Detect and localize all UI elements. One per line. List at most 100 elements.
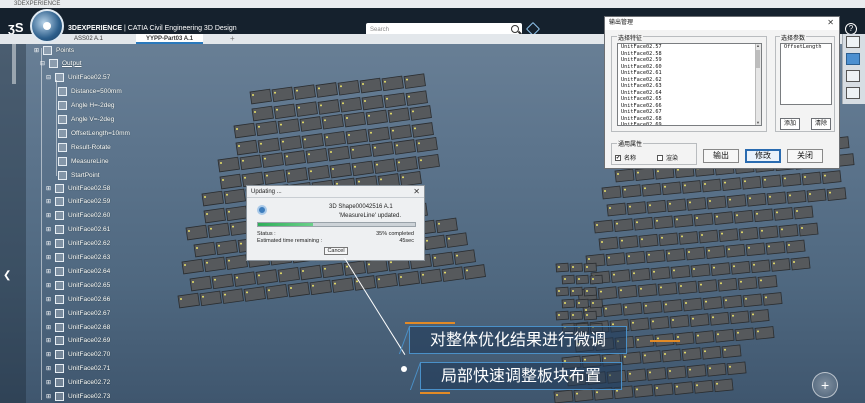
leader-dot <box>401 366 407 372</box>
search-icon[interactable] <box>511 25 519 33</box>
updating-dialog: Updating ... ✕ 3D Shape00042516 A.1 'Mea… <box>246 185 425 261</box>
tree-item-param[interactable]: StartPoint <box>58 169 100 181</box>
tree-item-unitface[interactable]: ⊞ UnitFace02.66 <box>46 293 110 305</box>
tree-item-unitface[interactable]: ⊞ UnitFace02.72 <box>46 377 110 389</box>
tree-item-unitface-57[interactable]: ⊟ UnitFace02.57 <box>46 71 110 83</box>
unitface-icon <box>55 308 64 318</box>
params-listbox[interactable]: OffsetLength <box>780 43 832 105</box>
add-button[interactable]: 添加 <box>780 118 800 130</box>
progress-fill <box>258 223 313 226</box>
feature-list-item[interactable]: UnitFace02.69 <box>618 122 761 125</box>
update-message: 'MeasureLine' updated. <box>339 213 402 219</box>
left-side-strip: ❮ <box>0 44 26 403</box>
features-listbox[interactable]: UnitFace02.57 UnitFace02.58 UnitFace02.59 U… <box>617 43 762 126</box>
common-props-label: 通用属性 <box>617 139 644 148</box>
tree-item-unitface[interactable]: ⊞ UnitFace02.61 <box>46 224 110 236</box>
tree-scrollbar[interactable] <box>12 44 16 84</box>
tree-item-unitface[interactable]: ⊞ UnitFace02.68 <box>46 321 110 333</box>
collapse-arrow-icon[interactable]: ❮ <box>3 270 11 281</box>
update-progress-bar <box>257 222 416 227</box>
unitface-icon <box>55 378 64 388</box>
status-value: 35% completed <box>376 231 414 237</box>
unitface-icon <box>55 239 64 249</box>
updating-dialog-title: Updating ... <box>247 186 424 198</box>
app-product: CATIA Civil Engineering 3D Design <box>127 25 237 32</box>
unitface-icon <box>55 336 64 346</box>
modify-button[interactable]: 修改 <box>745 149 781 163</box>
tree-item-param[interactable]: OffsetLength=10mm <box>58 127 130 139</box>
tool-icon-4[interactable] <box>846 87 860 99</box>
unitface-icon <box>55 72 64 82</box>
status-label: Status : <box>257 231 276 237</box>
tree-item-unitface[interactable]: ⊞ UnitFace02.67 <box>46 307 110 319</box>
unitface-icon <box>55 225 64 235</box>
rotate-icon <box>58 142 67 152</box>
clear-button[interactable]: 清除 <box>811 118 831 130</box>
tool-icon-2[interactable] <box>846 53 860 65</box>
compass-logo[interactable] <box>30 9 64 43</box>
tree-item-output[interactable]: ⊟ Output <box>40 57 82 69</box>
angle-parameter-icon <box>58 100 67 110</box>
time-remaining-value: 45sec <box>399 238 414 244</box>
point-icon <box>58 170 67 180</box>
search-placeholder: Search <box>370 27 390 33</box>
time-remaining-label: Estimated time remaining : <box>257 238 323 244</box>
output-dialog-title: 输出管理 <box>605 17 839 30</box>
update-gear-icon <box>257 205 267 215</box>
tree-item-param[interactable]: Result-Rotate <box>58 141 111 153</box>
unitface-icon <box>55 266 64 276</box>
tree-item-unitface[interactable]: ⊞ UnitFace02.70 <box>46 349 110 361</box>
add-tab-button[interactable]: + <box>230 34 235 44</box>
unitface-icon <box>55 364 64 374</box>
output-button[interactable]: 输出 <box>703 149 739 163</box>
param-item[interactable]: OffsetLength <box>781 44 831 51</box>
close-icon[interactable]: ✕ <box>827 18 834 27</box>
tree-item-unitface[interactable]: ⊞ UnitFace02.71 <box>46 363 110 375</box>
points-icon <box>43 45 52 55</box>
tree-item-unitface[interactable]: ⊞ UnitFace02.73 <box>46 391 110 403</box>
tab-yypp-part03[interactable]: YYPP-Part03 A.1 <box>136 34 204 44</box>
tab-ass02[interactable]: ASS02 A.1 <box>64 34 113 44</box>
select-params-label: 选择参数 <box>780 33 807 42</box>
parameter-icon <box>58 128 67 138</box>
tree-item-unitface[interactable]: ⊞ UnitFace02.58 <box>46 182 110 194</box>
parameter-icon <box>58 86 67 96</box>
subtitle-line-2: 局部快速调整板块布置 <box>420 362 623 390</box>
tree-item-param[interactable]: Angle H=-2deg <box>58 99 115 111</box>
folder-icon <box>49 58 58 68</box>
close-icon[interactable]: ✕ <box>413 186 420 198</box>
close-button[interactable]: 关闭 <box>787 149 823 163</box>
tree-item-param[interactable]: Angle V=-2deg <box>58 113 114 125</box>
hide-checkbox[interactable]: 渲染 <box>657 153 678 162</box>
tree-item-unitface[interactable]: ⊞ UnitFace02.65 <box>46 279 110 291</box>
tool-icon-1[interactable] <box>846 36 860 48</box>
tree-item-unitface[interactable]: ⊞ UnitFace02.59 <box>46 196 110 208</box>
name-checkbox[interactable]: ✔ 名称 <box>615 153 636 162</box>
tree-item-unitface[interactable]: ⊞ UnitFace02.62 <box>46 238 110 250</box>
right-toolbar <box>842 34 865 104</box>
compass-navigator-icon[interactable] <box>812 372 838 398</box>
os-window-title: 3DEXPERIENCE <box>0 0 865 8</box>
tree-item-param[interactable]: Distance=500mm <box>58 85 122 97</box>
tree-item-param[interactable]: MeasureLine <box>58 155 109 167</box>
select-features-label: 选择特征 <box>617 33 644 42</box>
angle-parameter-icon <box>58 114 67 124</box>
unitface-icon <box>55 211 64 221</box>
tree-item-unitface[interactable]: ⊞ UnitFace02.63 <box>46 252 110 264</box>
ds-compass-icon[interactable]: ʒS <box>8 20 24 35</box>
tree-item-unitface[interactable]: ⊞ UnitFace02.69 <box>46 335 110 347</box>
app-title: 3DEXPERIENCE | CATIA Civil Engineering 3… <box>68 25 237 32</box>
unitface-icon <box>55 350 64 360</box>
tree-item-unitface[interactable]: ⊞ UnitFace02.60 <box>46 210 110 222</box>
cancel-button[interactable]: Cancel <box>324 247 348 255</box>
update-object-name: 3D Shape00042516 A.1 <box>329 204 393 210</box>
checkmark-icon: ✔ <box>615 154 621 161</box>
unitface-icon <box>55 294 64 304</box>
tree-item-points[interactable]: ⊞ Points <box>34 44 74 56</box>
subtitle-line-1: 对整体优化结果进行微调 <box>409 326 628 354</box>
unitface-icon <box>55 253 64 262</box>
tree-item-unitface[interactable]: ⊞ UnitFace02.64 <box>46 265 110 277</box>
output-management-dialog: 输出管理 ✕ 选择特征 UnitFace02.57 UnitFace02.58 Un… <box>604 16 840 169</box>
tool-icon-3[interactable] <box>846 70 860 82</box>
features-scrollbar[interactable] <box>755 44 761 125</box>
